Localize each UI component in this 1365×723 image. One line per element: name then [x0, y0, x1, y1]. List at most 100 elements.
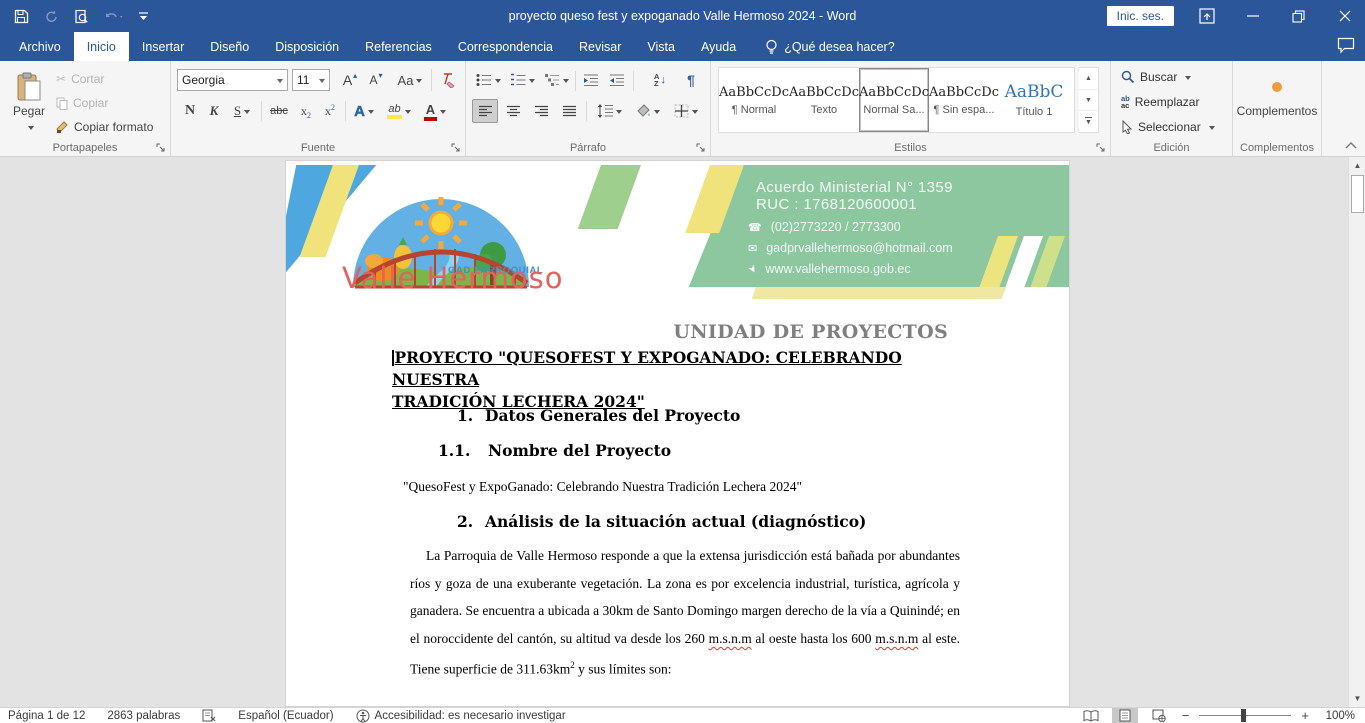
- zoom-slider[interactable]: [1199, 715, 1291, 717]
- heading-1[interactable]: 1.Datos Generales del Proyecto: [457, 406, 740, 425]
- subscript-button[interactable]: x2: [295, 99, 317, 123]
- styles-dialog-launcher[interactable]: [1096, 143, 1106, 153]
- paste-icon: [16, 72, 42, 102]
- scrollbar-thumb[interactable]: [1351, 175, 1364, 213]
- justify-button[interactable]: [556, 99, 582, 123]
- tab-correspondencia[interactable]: Correspondencia: [445, 32, 566, 61]
- change-case-button[interactable]: Aa: [393, 69, 427, 91]
- clipboard-dialog-launcher[interactable]: [156, 143, 166, 153]
- document-page[interactable]: GAD PARROQUIAL Valle Hermoso Acuerdo Min…: [285, 160, 1070, 707]
- vertical-scrollbar[interactable]: ▲ ▼: [1348, 157, 1365, 707]
- word-count[interactable]: 2863 palabras: [107, 710, 180, 722]
- styles-gallery-more[interactable]: ▼: [1079, 111, 1098, 132]
- grow-caret: ▴: [353, 71, 357, 80]
- align-left-button[interactable]: [472, 99, 498, 123]
- zoom-out-button[interactable]: −: [1182, 708, 1190, 723]
- bullets-button[interactable]: [472, 69, 504, 91]
- font-size-combo[interactable]: 11: [292, 69, 330, 91]
- scroll-up-button[interactable]: ▲: [1349, 157, 1365, 174]
- borders-button[interactable]: [668, 99, 704, 123]
- font-dialog-launcher[interactable]: [451, 143, 461, 153]
- tell-me-search[interactable]: ¿Qué desea hacer?: [765, 32, 895, 61]
- zoom-percentage[interactable]: 100%: [1321, 710, 1355, 722]
- line-spacing-button[interactable]: [592, 99, 626, 123]
- tab-archivo[interactable]: Archivo: [6, 32, 74, 61]
- comments-icon[interactable]: [1337, 37, 1355, 54]
- tab-referencias[interactable]: Referencias: [352, 32, 445, 61]
- paste-button[interactable]: Pegar: [8, 66, 50, 140]
- font-family-combo[interactable]: Georgia: [177, 69, 288, 91]
- underline-button[interactable]: S: [227, 99, 257, 123]
- document-canvas[interactable]: GAD PARROQUIAL Valle Hermoso Acuerdo Min…: [0, 157, 1365, 707]
- sign-in-button[interactable]: Inic. ses.: [1107, 6, 1174, 26]
- shrink-font-button[interactable]: A▾: [364, 69, 388, 91]
- tab-inicio[interactable]: Inicio: [74, 32, 129, 61]
- save-icon[interactable]: [14, 9, 29, 24]
- collapse-ribbon-button[interactable]: [1344, 141, 1358, 150]
- close-button[interactable]: [1336, 8, 1353, 25]
- print-layout-button[interactable]: [1112, 708, 1138, 723]
- tab-ayuda[interactable]: Ayuda: [688, 32, 749, 61]
- restore-button[interactable]: [1290, 8, 1307, 25]
- project-name-quote[interactable]: "QuesoFest y ExpoGanado: Celebrando Nues…: [403, 479, 802, 495]
- style-titulo-1[interactable]: AaBbC Título 1: [999, 68, 1069, 132]
- decrease-indent-button[interactable]: [579, 69, 603, 91]
- text-effects-button[interactable]: A: [349, 99, 379, 123]
- print-preview-icon[interactable]: [74, 9, 89, 24]
- page-indicator[interactable]: Página 1 de 12: [8, 710, 85, 722]
- style-sin-espaciado[interactable]: AaBbCcDc ¶ Sin espa...: [929, 68, 999, 132]
- numbering-button[interactable]: [506, 69, 538, 91]
- show-marks-button[interactable]: ¶: [680, 69, 702, 91]
- font-family-value: Georgia: [182, 73, 225, 87]
- replace-button[interactable]: ab ac Reemplazar: [1121, 95, 1199, 109]
- heading-1-1[interactable]: 1.1.Nombre del Proyecto: [438, 441, 671, 460]
- heading-2[interactable]: 2.Análisis de la situación actual (diagn…: [457, 512, 866, 531]
- dialog-launcher-glyph: [1096, 143, 1106, 153]
- grow-font-button[interactable]: A▴: [338, 69, 362, 91]
- select-button[interactable]: Seleccionar: [1121, 120, 1215, 134]
- tab-vista[interactable]: Vista: [634, 32, 688, 61]
- highlight-button[interactable]: ab: [383, 99, 415, 123]
- ribbon-display-options-icon[interactable]: [1198, 8, 1215, 25]
- accessibility-status[interactable]: Accesibilidad: es necesario investigar: [356, 709, 566, 723]
- zoom-in-button[interactable]: +: [1301, 708, 1309, 723]
- tab-revisar[interactable]: Revisar: [566, 32, 634, 61]
- style-normal-sa-selected[interactable]: AaBbCcDc Normal Sa...: [859, 68, 929, 132]
- read-mode-button[interactable]: [1078, 708, 1104, 723]
- body-paragraph[interactable]: La Parroquia de Valle Hermoso responde a…: [410, 542, 960, 683]
- addins-button[interactable]: Complementos: [1237, 67, 1317, 133]
- clear-formatting-button[interactable]: [435, 69, 461, 91]
- paragraph-dialog-launcher[interactable]: [696, 143, 706, 153]
- letterhead-banner[interactable]: GAD PARROQUIAL Valle Hermoso Acuerdo Min…: [286, 165, 1070, 299]
- language-indicator[interactable]: Español (Ecuador): [238, 710, 333, 722]
- bold-button[interactable]: N: [179, 99, 201, 123]
- style-texto[interactable]: AaBbCcDc Texto: [789, 68, 859, 132]
- styles-scroll-down[interactable]: ▼: [1079, 90, 1098, 112]
- zoom-slider-thumb[interactable]: [1241, 709, 1246, 722]
- scroll-down-button[interactable]: ▼: [1349, 690, 1365, 707]
- minimize-button[interactable]: [1244, 8, 1261, 25]
- multilevel-list-button[interactable]: [540, 69, 572, 91]
- italic-button[interactable]: K: [203, 99, 225, 123]
- align-right-button[interactable]: [528, 99, 554, 123]
- unit-heading[interactable]: UNIDAD DE PROYECTOS: [286, 321, 948, 343]
- tab-diseno[interactable]: Diseño: [197, 32, 262, 61]
- increase-indent-button[interactable]: [605, 69, 629, 91]
- proofing-status[interactable]: [202, 709, 216, 722]
- web-layout-button[interactable]: [1146, 708, 1172, 723]
- style-normal[interactable]: AaBbCcDc ¶ Normal: [719, 68, 789, 132]
- styles-scroll-up[interactable]: ▲: [1079, 68, 1098, 90]
- customize-quick-access-icon[interactable]: [139, 11, 148, 21]
- sort-button[interactable]: AZ ↓: [646, 69, 674, 91]
- superscript-button[interactable]: x2: [319, 99, 341, 123]
- line-spacing-icon: [597, 104, 613, 118]
- tab-disposicion[interactable]: Disposición: [262, 32, 352, 61]
- align-center-button[interactable]: [500, 99, 526, 123]
- font-color-button[interactable]: A: [419, 99, 451, 123]
- format-painter-button[interactable]: Copiar formato: [56, 118, 153, 136]
- tab-insertar[interactable]: Insertar: [129, 32, 197, 61]
- strikethrough-button[interactable]: abc: [265, 99, 293, 123]
- shading-button[interactable]: [630, 99, 664, 123]
- project-title[interactable]: PROYECTO "QUESOFEST Y EXPOGANADO: CELEBR…: [392, 347, 972, 413]
- find-button[interactable]: Buscar: [1121, 70, 1191, 84]
